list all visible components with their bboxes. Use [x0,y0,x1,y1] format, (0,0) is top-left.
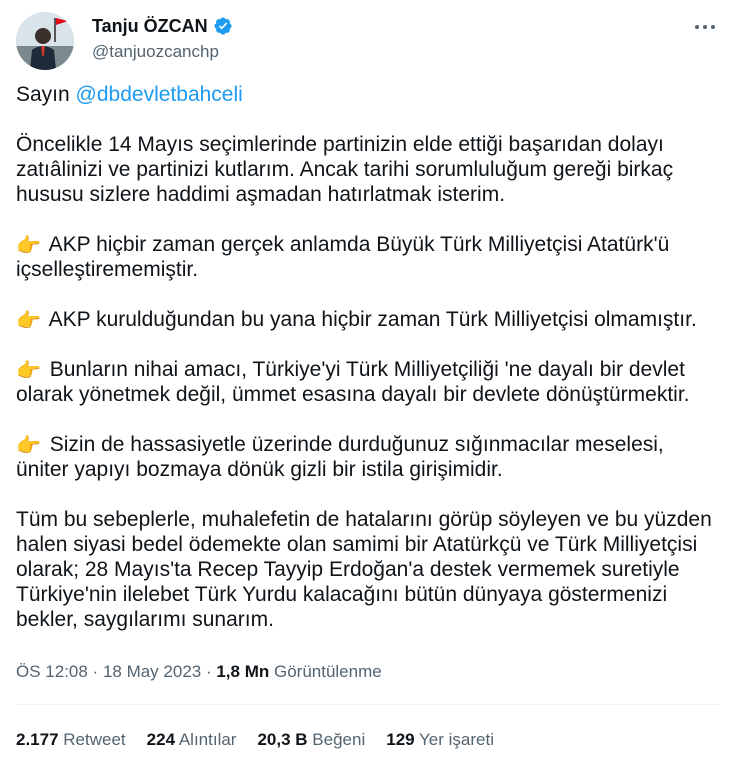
author-handle[interactable]: @tanjuozcanchp [92,42,233,62]
tweet-card: Tanju ÖZCAN @tanjuozcanchp Sayın @dbdevl… [0,0,735,767]
tweet-meta: ÖS 12:08 · 18 May 2023 · 1,8 Mn Görüntül… [16,662,382,682]
retweets-label: Retweet [63,730,126,749]
point-item: 👉 Bunların nihai amacı, Türkiye'yi Türk … [16,357,719,407]
retweets-count: 2.177 [16,730,59,749]
quotes-stat[interactable]: 224 Alıntılar [147,730,237,750]
tweet-time[interactable]: ÖS 12:08 [16,662,88,681]
mention-link[interactable]: @dbdevletbahceli [76,83,243,106]
likes-label: Beğeni [312,730,366,749]
paragraph-intro: Öncelikle 14 Mayıs seçimlerinde partiniz… [16,133,679,206]
likes-stat[interactable]: 20,3 B Beğeni [257,730,365,750]
point-item: 👉 Sizin de hassasiyetle üzerinde durduğu… [16,432,719,482]
point-text: Bunların nihai amacı, Türkiye'yi Türk Mi… [16,358,691,406]
meta-separator: · [201,662,217,681]
point-item: 👉 AKP hiçbir zaman gerçek anlamda Büyük … [16,232,719,282]
tweet-text: Sayın @dbdevletbahceli Öncelikle 14 Mayı… [16,82,719,657]
pointing-hand-icon: 👉 [16,435,41,457]
quotes-label: Alıntılar [178,730,237,749]
engagement-stats: 2.177 Retweet 224 Alıntılar 20,3 B Beğen… [16,730,515,750]
greeting: Sayın @dbdevletbahceli [16,82,719,107]
point-item: 👉 AKP kurulduğundan bu yana hiçbir zaman… [16,307,719,332]
avatar[interactable] [16,12,74,70]
pointing-hand-icon: 👉 [16,310,41,332]
bookmarks-stat[interactable]: 129 Yer işareti [386,730,494,750]
point-text: AKP hiçbir zaman gerçek anlamda Büyük Tü… [16,233,676,281]
author-display-name[interactable]: Tanju ÖZCAN [92,16,208,37]
greeting-prefix: Sayın [16,83,76,106]
verified-badge-icon [213,16,233,36]
tweet-header: Tanju ÖZCAN @tanjuozcanchp [16,12,719,72]
quotes-count: 224 [146,730,176,749]
pointing-hand-icon: 👉 [16,235,41,257]
point-text: Sizin de hassasiyetle üzerinde durduğunu… [16,433,670,481]
divider [16,704,719,705]
views-count: 1,8 Mn [216,662,270,681]
meta-separator: · [87,662,103,681]
retweets-stat[interactable]: 2.177 Retweet [16,730,126,750]
avatar-image [16,12,74,70]
more-options-icon[interactable] [691,16,719,38]
tweet-date[interactable]: 18 May 2023 [103,662,201,681]
author-names: Tanju ÖZCAN @tanjuozcanchp [92,14,233,62]
point-text: AKP kurulduğundan bu yana hiçbir zaman T… [48,308,697,331]
views-label: Görüntülenme [273,662,382,681]
pointing-hand-icon: 👉 [16,360,41,382]
bookmarks-label: Yer işareti [419,730,494,749]
bookmarks-count: 129 [386,730,415,749]
paragraph-closing: Tüm bu sebeplerle, muhalefetin de hatala… [16,508,718,631]
likes-count: 20,3 B [257,730,308,749]
